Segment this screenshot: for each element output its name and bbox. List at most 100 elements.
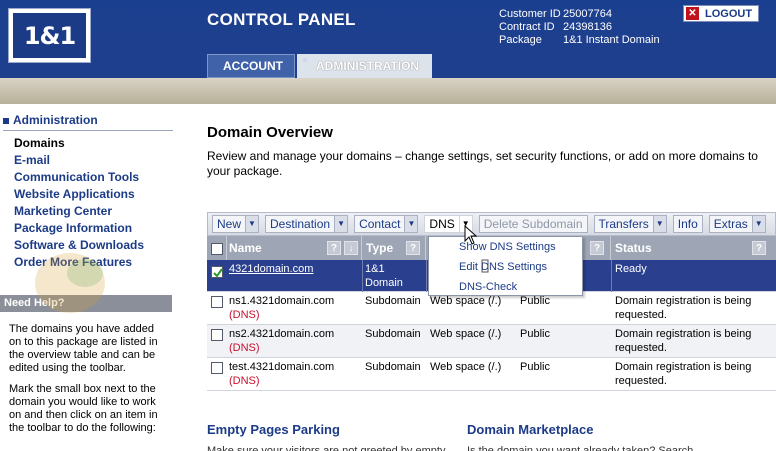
app-title: CONTROL PANEL — [207, 10, 356, 29]
domain-destination: Web space (/.) — [430, 328, 502, 340]
checkbox-icon — [211, 329, 223, 342]
tab-administration[interactable]: ADMINISTRATION — [297, 54, 432, 78]
sidebar-item-email[interactable]: E-mail — [14, 152, 144, 169]
column-status-label: Status — [615, 241, 652, 255]
destination-button-label: Destination — [265, 215, 336, 233]
domain-ssl: Public — [520, 361, 550, 373]
cell-divider — [362, 260, 363, 292]
header-select-cell — [207, 236, 227, 260]
dns-button-label: DNS — [424, 215, 460, 233]
sidebar-item-package-information[interactable]: Package Information — [14, 220, 144, 237]
checkbox-icon — [211, 296, 223, 309]
brand-logo-text: 1&1 — [13, 13, 86, 58]
extras-button[interactable]: Extras ▼ — [708, 215, 766, 233]
table-row[interactable]: test.4321domain.com (DNS) Subdomain Web s… — [207, 358, 776, 391]
domain-type: Subdomain — [365, 328, 421, 340]
sidebar-item-software-downloads[interactable]: Software & Downloads — [14, 237, 144, 254]
sidebar-item-marketing-center[interactable]: Marketing Center — [14, 203, 144, 220]
new-button-label: New — [212, 215, 247, 233]
help-question-icon[interactable]: ? — [590, 241, 604, 255]
help-question-icon[interactable]: ? — [406, 241, 420, 255]
column-type-label: Type — [366, 241, 394, 255]
dropdown-arrow-icon[interactable]: ▼ — [246, 215, 260, 233]
sidebar-item-domains[interactable]: Domains — [14, 135, 144, 152]
domain-name[interactable]: 4321domain.com — [229, 262, 313, 276]
menu-item-show-dns-settings[interactable]: Show DNS Settings — [429, 237, 582, 257]
dns-tag: (DNS) — [229, 375, 260, 387]
tab-account-label: ACCOUNT — [223, 59, 283, 73]
customer-id-label: Customer ID — [499, 8, 561, 20]
row-checkbox[interactable] — [211, 265, 223, 279]
menu-item-dns-check[interactable]: DNS-Check — [429, 277, 582, 297]
page-title: Domain Overview — [207, 124, 333, 141]
domain-destination: Web space (/.) — [430, 361, 502, 373]
destination-button[interactable]: Destination ▼ — [265, 215, 349, 233]
dns-dropdown-menu: Show DNS Settings Edit DNS Settings DNS-… — [428, 236, 583, 296]
domain-status: Domain registration is being requested. — [615, 327, 751, 355]
package-value: 1&1 Instant Domain — [563, 34, 660, 46]
section-empty-pages-parking: Empty Pages Parking — [207, 422, 340, 437]
domain-ssl: Public — [520, 328, 550, 340]
menu-item-edit-dns-settings[interactable]: Edit DNS Settings — [429, 257, 582, 277]
info-button[interactable]: Info — [672, 215, 703, 233]
sidebar-bullet-icon — [3, 117, 9, 124]
domain-name-text: ns1.4321domain.com — [229, 295, 335, 307]
domain-link[interactable]: 4321domain.com — [229, 263, 313, 275]
domain-name-text: ns2.4321domain.com — [229, 328, 335, 340]
column-type[interactable]: Type ? — [362, 236, 426, 260]
mouse-cursor-icon — [464, 225, 478, 245]
transfers-button[interactable]: Transfers ▼ — [593, 215, 667, 233]
tab-strip — [0, 78, 776, 104]
sort-down-icon[interactable]: ↓ — [344, 241, 358, 255]
row-checkbox[interactable] — [211, 295, 223, 309]
help-question-icon[interactable]: ? — [327, 241, 341, 255]
status-line: requested. — [615, 342, 667, 354]
customer-info: Customer ID 25007764 Contract ID 24398136 … — [499, 8, 660, 47]
table-row[interactable]: ns2.4321domain.com (DNS) Subdomain Web sp… — [207, 325, 776, 358]
tab-account[interactable]: ACCOUNT — [207, 54, 295, 78]
type-line: 1&1 — [365, 263, 385, 275]
domain-status: Domain registration is being requested. — [615, 294, 751, 322]
contract-id-label: Contract ID — [499, 21, 555, 33]
help-text: The domains you have added on to this pa… — [9, 323, 169, 443]
dropdown-arrow-icon[interactable]: ▼ — [405, 215, 419, 233]
column-name[interactable]: Name ? ↓ — [227, 236, 362, 260]
brand-logo[interactable]: 1&1 — [8, 8, 91, 63]
row-checkbox[interactable] — [211, 361, 223, 375]
contract-id-value: 24398136 — [563, 21, 612, 33]
domain-type: 1&1 Domain — [365, 262, 403, 290]
help-paragraph: The domains you have added on to this pa… — [9, 323, 158, 374]
sidebar-item-website-applications[interactable]: Website Applications — [14, 186, 144, 203]
column-name-label: Name — [229, 241, 262, 255]
intro-line: your package. — [207, 164, 283, 178]
delete-subdomain-button[interactable]: Delete Subdomain — [478, 215, 588, 233]
logout-button[interactable]: ✕ LOGOUT — [683, 5, 759, 22]
cell-divider — [426, 260, 427, 292]
domain-name: ns1.4321domain.com (DNS) — [229, 294, 334, 322]
status-line: requested. — [615, 375, 667, 387]
sidebar-list: Domains E-mail Communication Tools Websi… — [14, 135, 144, 271]
sidebar-item-order-more-features[interactable]: Order More Features — [14, 254, 144, 271]
column-status[interactable]: Status ? — [611, 236, 776, 260]
row-checkbox[interactable] — [211, 328, 223, 342]
help-question-icon[interactable]: ? — [752, 241, 766, 255]
info-button-label: Info — [672, 215, 703, 233]
section-text: Is the domain you want already taken? Se… — [467, 445, 694, 451]
page-intro: Review and manage your domains – change … — [207, 149, 776, 179]
domain-name-text: test.4321domain.com — [229, 361, 335, 373]
new-button[interactable]: New ▼ — [212, 215, 260, 233]
transfers-button-label: Transfers — [593, 215, 654, 233]
domain-status: Domain registration is being requested. — [615, 360, 751, 388]
main-tabs: ACCOUNT ADMINISTRATION — [207, 54, 432, 78]
dropdown-arrow-icon[interactable]: ▼ — [335, 215, 349, 233]
contact-button-label: Contact — [354, 215, 406, 233]
sidebar-item-communication-tools[interactable]: Communication Tools — [14, 169, 144, 186]
contact-button[interactable]: Contact ▼ — [354, 215, 419, 233]
select-all-checkbox[interactable] — [211, 242, 223, 255]
customer-id-value: 25007764 — [563, 8, 612, 20]
checkbox-icon — [211, 266, 223, 279]
dropdown-arrow-icon[interactable]: ▼ — [752, 215, 766, 233]
dropdown-arrow-icon[interactable]: ▼ — [653, 215, 667, 233]
sidebar-heading[interactable]: Administration — [3, 113, 98, 127]
sidebar: Administration Domains E-mail Communicat… — [0, 104, 178, 450]
